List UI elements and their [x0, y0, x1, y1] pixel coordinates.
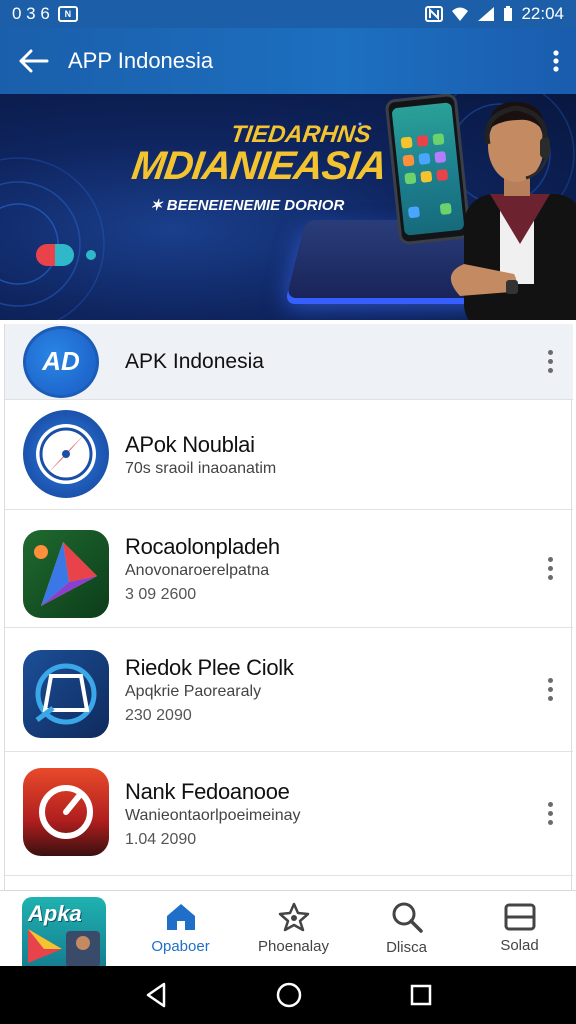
item-subtitle: Apqkrie Paorearaly — [125, 682, 262, 700]
item-title: Nank Fedoanooe — [125, 778, 290, 804]
brand-logo: AD — [5, 324, 99, 400]
item-subtitle: Anovonaroerelpatna — [125, 561, 270, 579]
more-vertical-icon — [547, 678, 553, 701]
more-vertical-icon — [553, 50, 559, 72]
bottom-navigation: Apka Opaboer Phoenalay Dlisca Solad — [0, 890, 576, 967]
pager-dot — [86, 250, 96, 260]
gauge-icon — [23, 768, 109, 856]
nav-search-label: Dlisca — [386, 939, 427, 956]
header-more-button[interactable] — [527, 342, 573, 382]
app-icon — [5, 628, 125, 751]
person-illustration — [450, 101, 576, 320]
signal-icon — [478, 7, 495, 21]
overflow-menu-button[interactable] — [536, 28, 576, 94]
promo-tile[interactable]: Apka — [0, 891, 124, 967]
home-circle-icon[interactable] — [276, 982, 302, 1008]
prism-icon — [23, 530, 109, 618]
list-header[interactable]: AD APK Indonesia — [5, 324, 573, 400]
app-bar: APP Indonesia — [0, 28, 576, 94]
status-left-text: 0 3 6 — [12, 4, 50, 23]
item-subtitle: 70s sraoil inaoanatim — [125, 459, 277, 477]
status-time: 22:04 — [521, 4, 564, 23]
nav-home-label: Opaboer — [151, 938, 210, 955]
star-icon: ✶ — [150, 197, 163, 214]
star-icon — [278, 902, 309, 932]
item-title: Riedok Plee Ciolk — [125, 654, 294, 680]
screen: 0 3 6 N 22:04 APP Indonesia TIEDARHNS MD… — [0, 0, 576, 1024]
more-vertical-icon — [547, 350, 553, 373]
frame-icon — [23, 650, 109, 738]
nav-search[interactable]: Dlisca — [350, 891, 463, 966]
item-more-button[interactable] — [527, 794, 573, 834]
nav-featured[interactable]: Phoenalay — [237, 891, 350, 966]
nav-featured-label: Phoenalay — [258, 938, 329, 955]
compass-icon — [23, 410, 109, 498]
recents-square-icon[interactable] — [410, 984, 432, 1006]
banner-headline-line2: MDIANIEASIA — [129, 143, 389, 188]
promo-art-icon — [28, 929, 100, 967]
item-meta: 3 09 2600 — [125, 585, 197, 603]
search-icon — [392, 902, 423, 933]
pager-active-indicator — [36, 244, 74, 266]
list-item[interactable]: Nank Fedoanooe Wanieontaorlpoeimeinay 1.… — [5, 752, 573, 876]
brand-logo-text: AD — [42, 346, 80, 376]
banner-headline: TIEDARHNS MDIANIEASIA — [129, 121, 399, 188]
banner-subline: BEENEIENEMIE DORIOR — [166, 197, 345, 214]
app-title: APP Indonesia — [68, 48, 214, 73]
nav-storage-label: Solad — [500, 937, 539, 954]
arrow-left-icon — [19, 49, 49, 73]
app-icon — [5, 752, 125, 875]
back-triangle-icon[interactable] — [144, 982, 168, 1008]
storage-icon — [504, 903, 535, 931]
item-meta: 1.04 2090 — [125, 830, 197, 848]
item-subtitle: Wanieontaorlpoeimeinay — [125, 806, 301, 824]
more-vertical-icon — [547, 557, 553, 580]
system-navigation-bar — [0, 966, 576, 1024]
item-more-button[interactable] — [527, 670, 573, 710]
app-list: AD APK Indonesia APok Noublai 70s sraoil… — [4, 324, 573, 890]
wifi-icon — [452, 7, 469, 21]
app-icon — [5, 510, 125, 627]
more-vertical-icon — [547, 802, 553, 825]
nav-storage[interactable]: Solad — [463, 891, 576, 966]
nav-home[interactable]: Opaboer — [124, 891, 237, 966]
item-meta: 230 2090 — [125, 706, 192, 724]
list-item[interactable]: APok Noublai 70s sraoil inaoanatim — [5, 400, 573, 510]
item-title: Rocaolonpladeh — [125, 533, 280, 559]
battery-icon — [504, 6, 513, 21]
list-header-title: APK Indonesia — [125, 349, 264, 373]
item-title: APok Noublai — [125, 431, 255, 457]
banner-tagline: ✶ BEENEIENEMIE DORIOR — [150, 196, 344, 214]
nfc-icon — [425, 6, 444, 22]
back-button[interactable] — [0, 28, 68, 94]
list-item[interactable]: Riedok Plee Ciolk Apqkrie Paorearaly 230… — [5, 628, 573, 752]
app-icon — [5, 400, 125, 509]
banner-pager — [36, 244, 96, 266]
notification-badge-icon: N — [57, 6, 78, 22]
item-more-button[interactable] — [527, 549, 573, 589]
list-item[interactable]: Rocaolonpladeh Anovonaroerelpatna 3 09 2… — [5, 510, 573, 628]
home-icon — [166, 904, 195, 930]
status-bar: 0 3 6 N 22:04 — [0, 0, 576, 28]
promo-banner[interactable]: TIEDARHNS MDIANIEASIA ✶ BEENEIENEMIE DOR… — [0, 94, 576, 320]
